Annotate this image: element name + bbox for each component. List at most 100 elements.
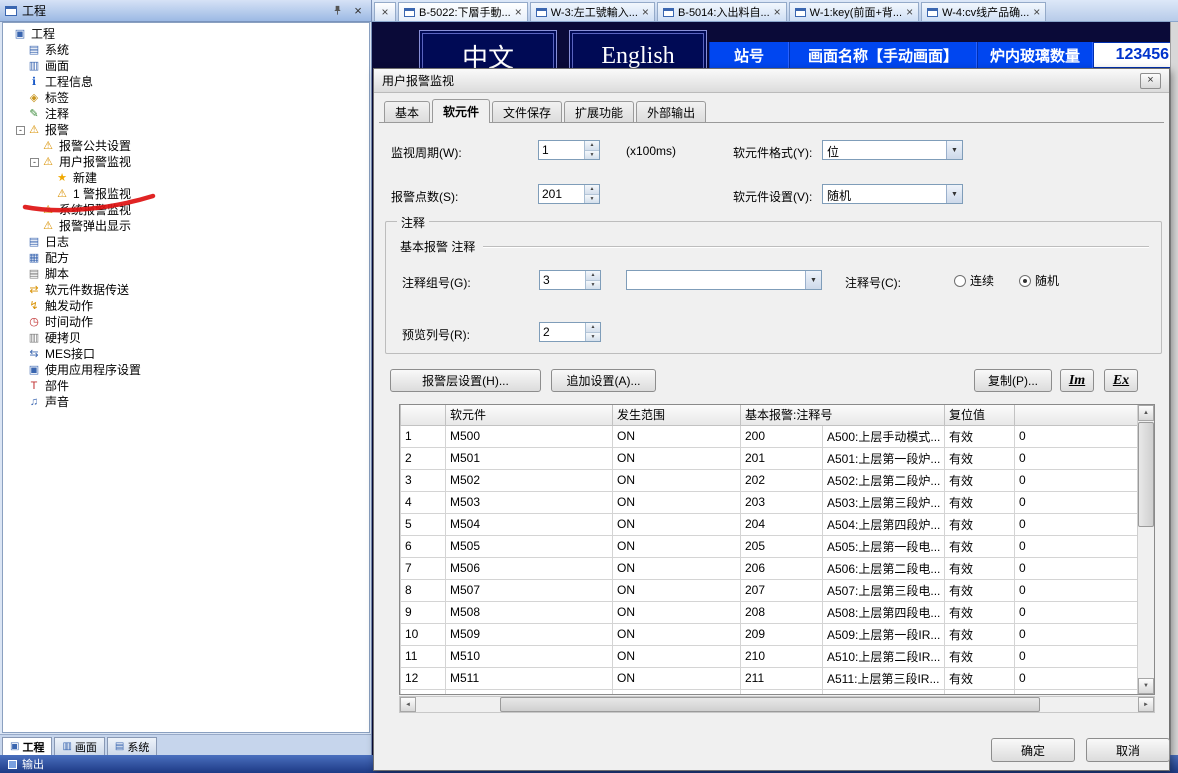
spin-up-icon[interactable]: ▲ xyxy=(586,323,600,333)
tree-item-system[interactable]: ▤系统 xyxy=(3,42,369,58)
expander-icon[interactable]: - xyxy=(16,126,25,135)
preview-col-field[interactable] xyxy=(540,323,585,341)
close-icon[interactable]: × xyxy=(1033,7,1040,18)
alarm-points-field[interactable] xyxy=(539,185,584,203)
doc-tab-0[interactable]: B-5022:下層手動...× xyxy=(398,2,528,21)
close-icon[interactable]: × xyxy=(515,7,522,18)
tree-item-parts[interactable]: T部件 xyxy=(3,378,369,394)
table-row[interactable]: 5M504ON204A504:上层第四段炉...有效0 xyxy=(401,513,1138,535)
scroll-thumb[interactable] xyxy=(1138,422,1154,527)
ok-button[interactable]: 确定 xyxy=(991,738,1075,762)
alarm-level-settings-button[interactable]: 报警层设置(H)... xyxy=(390,369,541,392)
tree-item-mes-interface[interactable]: ⇆MES接口 xyxy=(3,346,369,362)
pin-icon[interactable] xyxy=(329,3,345,19)
doc-tab-2[interactable]: B-5014:入出料自...× xyxy=(657,2,787,21)
chevron-down-icon[interactable]: ▼ xyxy=(946,141,962,159)
table-row[interactable]: 11M510ON210A510:上层第二段IR...有效0 xyxy=(401,645,1138,667)
comment-group-select[interactable]: ▼ xyxy=(626,270,822,290)
dialog-titlebar[interactable]: 用户报警监视 × xyxy=(374,69,1169,93)
panel-tab-1[interactable]: ▥画面 xyxy=(54,737,104,755)
table-row[interactable]: 7M506ON206A506:上层第二段电...有效0 xyxy=(401,557,1138,579)
dialog-tab-4[interactable]: 外部输出 xyxy=(636,101,706,122)
cancel-button[interactable]: 取消 xyxy=(1086,738,1170,762)
spin-down-icon[interactable]: ▼ xyxy=(585,195,599,204)
tree-item-user-alarm-watch[interactable]: -⚠用户报警监视 xyxy=(3,154,369,170)
dialog-close-button[interactable]: × xyxy=(1140,73,1161,89)
close-icon[interactable]: × xyxy=(774,7,781,18)
table-row[interactable]: 9M508ON208A508:上层第四段电...有效0 xyxy=(401,601,1138,623)
panel-tab-2[interactable]: ▤系统 xyxy=(107,737,157,755)
doc-tab-3[interactable]: W-1:key(前面+背...× xyxy=(789,2,919,21)
alarm-points-input[interactable]: ▲ ▼ xyxy=(538,184,600,204)
tree-item-hard-copy[interactable]: ▥硬拷贝 xyxy=(3,330,369,346)
watch-cycle-input[interactable]: ▲ ▼ xyxy=(538,140,600,160)
tree-item-script[interactable]: ▤脚本 xyxy=(3,266,369,282)
table-row[interactable]: 10M509ON209A509:上层第一段IR...有效0 xyxy=(401,623,1138,645)
chevron-down-icon[interactable]: ▼ xyxy=(946,185,962,203)
chevron-down-icon[interactable]: ▼ xyxy=(805,271,821,289)
tree-item-sound[interactable]: ♫声音 xyxy=(3,394,369,410)
comment-group-no-field[interactable] xyxy=(540,271,585,289)
comment-group-no-input[interactable]: ▲ ▼ xyxy=(539,270,601,290)
tree-item-new[interactable]: ★新建 xyxy=(3,170,369,186)
table-horizontal-scrollbar[interactable]: ◄ ► xyxy=(399,696,1155,713)
tree-item-trigger-action[interactable]: ↯触发动作 xyxy=(3,298,369,314)
close-icon[interactable]: × xyxy=(350,3,366,19)
table-row[interactable]: 2M501ON201A501:上层第一段炉...有效0 xyxy=(401,447,1138,469)
scroll-up-icon[interactable]: ▲ xyxy=(1138,405,1154,421)
project-panel-titlebar[interactable]: 工程 × xyxy=(0,0,371,22)
tree-item-system-alarm-watch[interactable]: ⚠系统报警监视 xyxy=(3,202,369,218)
tree-item-alarm-popup[interactable]: ⚠报警弹出显示 xyxy=(3,218,369,234)
tree-item-alarm-common[interactable]: ⚠报警公共设置 xyxy=(3,138,369,154)
dialog-tab-0[interactable]: 基本 xyxy=(384,101,430,122)
spin-down-icon[interactable]: ▼ xyxy=(586,281,600,290)
dialog-tab-2[interactable]: 文件保存 xyxy=(492,101,562,122)
doc-tab-1[interactable]: W-3:左工號輸入...× xyxy=(530,2,655,21)
tree-item-project[interactable]: ▣工程 xyxy=(3,26,369,42)
canvas-scrollbar[interactable] xyxy=(1170,22,1178,755)
device-format-select[interactable]: 位 ▼ xyxy=(822,140,963,160)
export-button[interactable]: Ex xyxy=(1104,369,1138,392)
spin-up-icon[interactable]: ▲ xyxy=(585,185,599,195)
dialog-tab-3[interactable]: 扩展功能 xyxy=(564,101,634,122)
watch-cycle-field[interactable] xyxy=(539,141,584,159)
close-icon[interactable]: × xyxy=(906,7,913,18)
tree-item-device-data-transfer[interactable]: ⇄软元件数据传送 xyxy=(3,282,369,298)
tree-item-log[interactable]: ▤日志 xyxy=(3,234,369,250)
scroll-right-icon[interactable]: ► xyxy=(1138,697,1154,712)
table-row[interactable]: 8M507ON207A507:上层第三段电...有效0 xyxy=(401,579,1138,601)
radio-random[interactable]: 随机 xyxy=(1019,272,1059,289)
tree-item-app-settings[interactable]: ▣使用应用程序设置 xyxy=(3,362,369,378)
table-row[interactable]: 6M505ON205A505:上层第一段电...有效0 xyxy=(401,535,1138,557)
copy-button[interactable]: 复制(P)... xyxy=(974,369,1052,392)
table-row[interactable]: 13M512ON212A512:上层第四段IR...有效0 xyxy=(401,689,1138,695)
tree-item-comment[interactable]: ✎注释 xyxy=(3,106,369,122)
device-setting-select[interactable]: 随机 ▼ xyxy=(822,184,963,204)
panel-tab-0[interactable]: ▣工程 xyxy=(2,737,52,755)
scroll-down-icon[interactable]: ▼ xyxy=(1138,678,1154,694)
close-icon[interactable]: × xyxy=(642,7,649,18)
import-button[interactable]: Im xyxy=(1060,369,1094,392)
spin-up-icon[interactable]: ▲ xyxy=(586,271,600,281)
tree-item-time-action[interactable]: ◷时间动作 xyxy=(3,314,369,330)
table-vertical-scrollbar[interactable]: ▲ ▼ xyxy=(1137,405,1154,694)
tree-item-project-info[interactable]: ℹ工程信息 xyxy=(3,74,369,90)
table-row[interactable]: 12M511ON211A511:上层第三段IR...有效0 xyxy=(401,667,1138,689)
table-row[interactable]: 3M502ON202A502:上层第二段炉...有效0 xyxy=(401,469,1138,491)
spin-down-icon[interactable]: ▼ xyxy=(585,151,599,160)
doc-tab-4[interactable]: W-4:cv线产品确...× xyxy=(921,2,1046,21)
dialog-tab-1[interactable]: 软元件 xyxy=(432,99,490,123)
preview-col-input[interactable]: ▲ ▼ xyxy=(539,322,601,342)
tree-item-recipe[interactable]: ▦配方 xyxy=(3,250,369,266)
scroll-left-icon[interactable]: ◄ xyxy=(400,697,416,712)
partial-tab-close-icon[interactable]: × xyxy=(374,2,396,21)
radio-continuous[interactable]: 连续 xyxy=(954,272,994,289)
add-setting-button[interactable]: 追加设置(A)... xyxy=(551,369,656,392)
spin-up-icon[interactable]: ▲ xyxy=(585,141,599,151)
tree-item-alarm[interactable]: -⚠报警 xyxy=(3,122,369,138)
table-row[interactable]: 1M500ON200A500:上层手动模式...有效0 xyxy=(401,425,1138,447)
expander-icon[interactable]: - xyxy=(30,158,39,167)
spin-down-icon[interactable]: ▼ xyxy=(586,333,600,342)
tree-item-alarm-watch-1[interactable]: ⚠1 警报监视 xyxy=(3,186,369,202)
scroll-thumb[interactable] xyxy=(500,697,1040,712)
